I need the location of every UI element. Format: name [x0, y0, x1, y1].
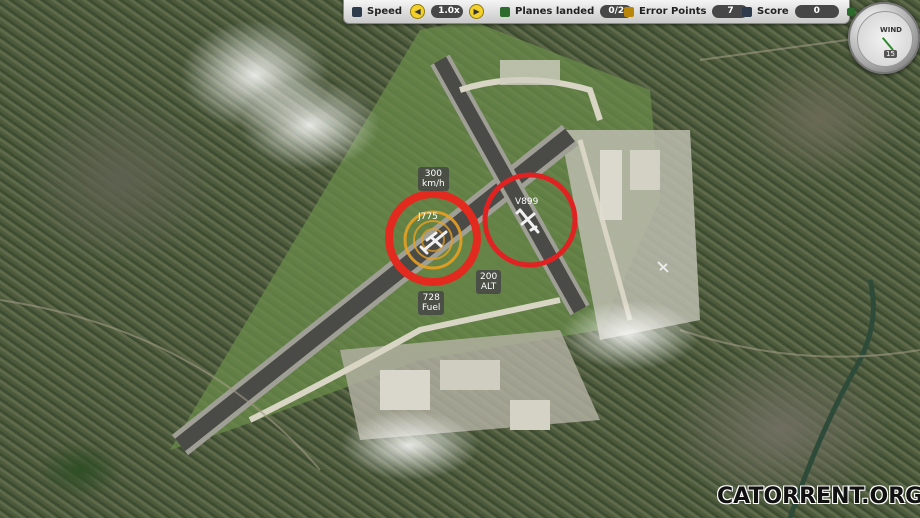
plane-altitude-label: 200 ALT: [476, 270, 502, 294]
plane-callsign-label: J775: [418, 212, 438, 222]
plane-speed-label: 300 km/h: [418, 167, 449, 191]
wind-dial: WIND 15: [848, 2, 920, 74]
airport-satellite-map[interactable]: 300 km/h J775 728 Fuel V899 200 ALT: [0, 0, 920, 518]
score-value: 0: [794, 5, 839, 18]
wind-value: 15: [884, 50, 897, 58]
cloud: [340, 410, 480, 480]
plane-icon: [500, 6, 510, 17]
planes-landed-label: Planes landed: [515, 6, 595, 17]
error-points-label: Error Points: [639, 6, 707, 17]
score-label: Score: [757, 6, 789, 17]
speed-label: Speed: [367, 6, 403, 17]
plane-fuel-label: 728 Fuel: [418, 291, 445, 315]
wind-needle-icon: [881, 37, 894, 51]
score-icon: [742, 6, 752, 17]
watermark: CATORRENT.ORG: [717, 484, 920, 509]
speed-decrease-button[interactable]: ◀: [410, 4, 426, 19]
speed-value: 1.0x: [431, 5, 464, 18]
menu-icon[interactable]: [846, 7, 855, 16]
speed-increase-button[interactable]: ▶: [469, 4, 485, 19]
speed-control: Speed ◀ 1.0x ▶: [352, 4, 485, 19]
cloud: [560, 300, 700, 370]
error-points-counter: Error Points 7: [624, 4, 749, 19]
speed-icon: [352, 6, 362, 17]
planes-landed-counter: Planes landed 0/2: [500, 4, 633, 19]
score-counter: Score 0: [742, 4, 860, 19]
hud-bar: Speed ◀ 1.0x ▶ Planes landed 0/2 Error P…: [343, 0, 855, 24]
wind-label: WIND: [880, 26, 902, 34]
cloud: [240, 80, 380, 170]
error-icon: [624, 6, 634, 17]
plane-callsign-label: V899: [515, 197, 539, 207]
